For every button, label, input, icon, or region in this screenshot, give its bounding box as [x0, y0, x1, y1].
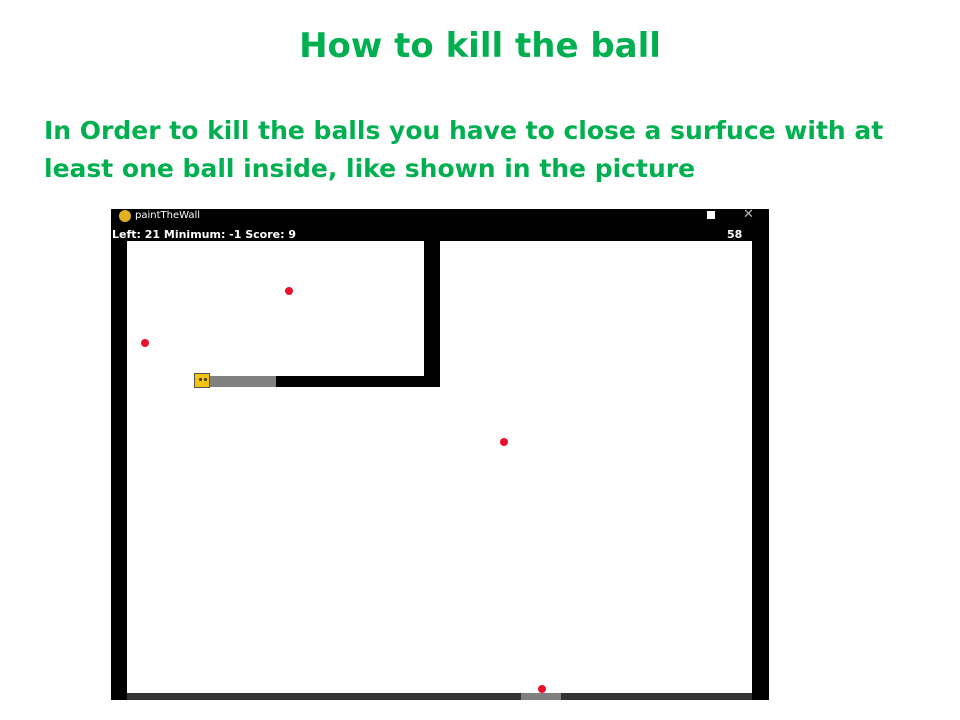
wall-horizontal — [276, 376, 440, 387]
ball — [285, 287, 293, 295]
ball — [538, 685, 546, 693]
bottom-trail — [521, 693, 561, 700]
ball — [500, 438, 508, 446]
close-button[interactable]: ✕ — [743, 208, 754, 222]
wall-trail — [210, 376, 276, 387]
play-field[interactable] — [127, 241, 752, 693]
wall-vertical — [424, 241, 440, 387]
ball — [141, 339, 149, 347]
player-character — [194, 373, 210, 388]
slide-description: In Order to kill the balls you have to c… — [44, 116, 884, 183]
window-title: paintTheWall — [135, 210, 201, 221]
hud-status: Left: 21 Minimum: -1 Score: 9 — [112, 228, 296, 241]
slide-title: How to kill the ball — [299, 26, 661, 66]
game-window: paintTheWall ✕ Left: 21 Minimum: -1 Scor… — [111, 208, 769, 700]
app-icon — [119, 210, 131, 222]
hud-timer: 58 — [727, 228, 743, 241]
window-titlebar: paintTheWall ✕ — [111, 208, 769, 225]
maximize-button[interactable] — [707, 211, 715, 219]
bottom-wall — [127, 693, 752, 700]
